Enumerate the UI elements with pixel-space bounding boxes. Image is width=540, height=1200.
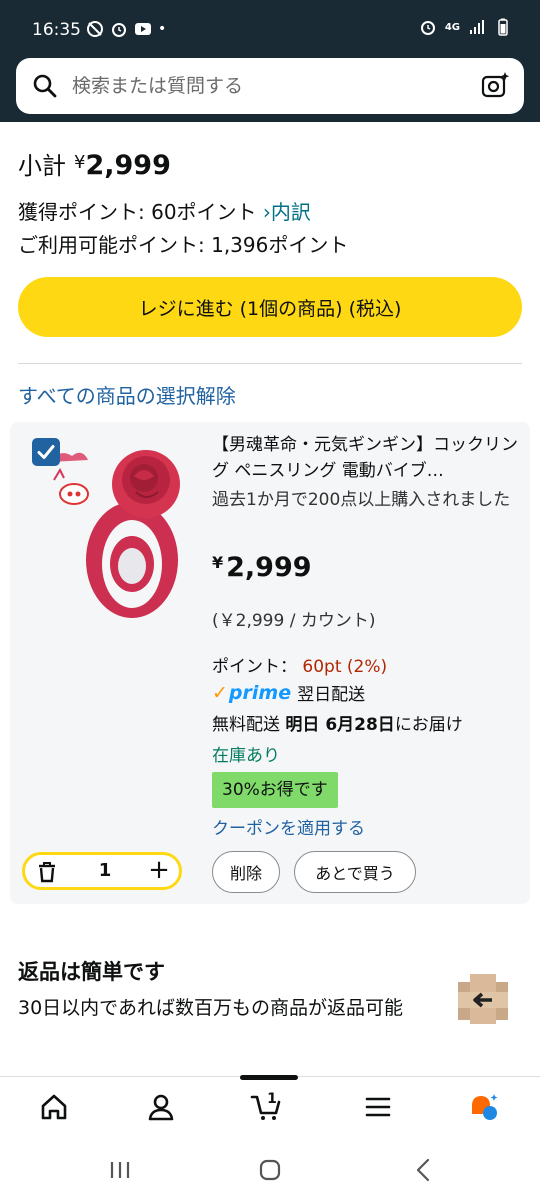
currency-symbol: ¥: [74, 152, 86, 173]
shipping-suffix: にお届け: [394, 715, 463, 735]
price-currency: ¥: [212, 553, 224, 572]
prime-check-icon: ✓: [212, 681, 228, 704]
discount-badge: 30%お得です: [212, 772, 338, 808]
deselect-all-link[interactable]: すべての商品の選択解除: [18, 380, 236, 409]
cart-item: 【男魂革命・元気ギンギン】コックリング ペニスリング 電動バイブ… 過去1か月で…: [10, 422, 530, 904]
item-points-label: ポイント：: [212, 657, 297, 677]
price-amount: 2,999: [226, 552, 312, 583]
subtotal: 小計 ¥2,999: [18, 146, 171, 181]
account-icon[interactable]: [145, 1091, 177, 1123]
shipping-date: 明日 6月28日: [285, 715, 395, 735]
prime-delivery-text: 翌日配送: [297, 685, 366, 705]
active-tab-indicator: [240, 1075, 298, 1080]
proceed-to-checkout-button[interactable]: レジに進む (1個の商品) (税込): [18, 277, 522, 337]
product-image[interactable]: [40, 432, 210, 622]
product-title[interactable]: 【男魂革命・元気ギンギン】コックリング ペニスリング 電動バイブ…: [212, 432, 518, 484]
camera-search-icon[interactable]: [480, 71, 510, 101]
subtotal-label: 小計: [18, 152, 66, 180]
increase-quantity-button[interactable]: +: [147, 856, 171, 886]
notification-dot: •: [158, 21, 167, 37]
shipping-info: 無料配送 明日 6月28日にお届け: [212, 710, 463, 735]
divider: [18, 363, 522, 364]
save-for-later-button[interactable]: あとで買う: [294, 851, 416, 893]
search-header: [0, 58, 540, 122]
rufus-icon[interactable]: [468, 1091, 500, 1123]
earned-points-text: 獲得ポイント: 60ポイント: [18, 200, 257, 224]
cart-count: 1: [267, 1091, 277, 1107]
item-points-value: 60pt (2%): [302, 657, 388, 677]
signal-icon: [470, 20, 484, 34]
home-icon[interactable]: [38, 1091, 70, 1123]
product-price: ¥2,999: [212, 552, 312, 583]
trash-icon[interactable]: [37, 861, 57, 883]
menu-icon[interactable]: [362, 1091, 394, 1123]
available-points: ご利用可能ポイント: 1,396ポイント: [18, 233, 349, 257]
points-breakdown-link[interactable]: ›内訳: [263, 200, 311, 224]
quantity-stepper: 1 +: [22, 852, 182, 890]
search-input[interactable]: [72, 68, 452, 104]
back-icon[interactable]: [410, 1156, 438, 1184]
search-icon[interactable]: [32, 73, 58, 99]
system-home-icon[interactable]: [256, 1156, 284, 1184]
system-navigation: [0, 1138, 540, 1200]
network-type: 4G: [444, 21, 460, 33]
alarm-icon: [112, 23, 126, 37]
returns-title: 返品は簡単です: [18, 960, 165, 984]
battery-icon: [498, 18, 508, 36]
bottom-navigation: 1: [0, 1075, 540, 1139]
status-bar: 16:35 • 4G: [0, 0, 540, 58]
earned-points: 獲得ポイント: 60ポイント ›内訳: [18, 196, 311, 225]
stock-status: 在庫あり: [212, 746, 280, 766]
status-left-icons: •: [86, 20, 166, 38]
prime-delivery: ✓ prime 翌日配送: [212, 680, 366, 706]
return-box-icon: [458, 974, 508, 1024]
item-points: ポイント： 60pt (2%): [212, 652, 387, 677]
recents-icon[interactable]: [106, 1156, 134, 1184]
checkmark-icon: [37, 445, 55, 459]
apply-coupon-link[interactable]: クーポンを適用する: [212, 814, 365, 839]
search-bar[interactable]: [16, 58, 524, 114]
unit-price: (￥2,999 / カウント): [212, 611, 376, 631]
status-right-icons: 4G: [419, 18, 512, 36]
alarm-icon: [420, 21, 435, 35]
delete-button[interactable]: 削除: [212, 851, 280, 893]
purchase-count-note: 過去1か月で200点以上購入されました: [212, 490, 511, 510]
subtotal-amount: 2,999: [85, 150, 171, 181]
returns-description: 30日以内であれば数百万もの商品が返品可能: [18, 997, 403, 1019]
prime-logo: prime: [228, 681, 292, 704]
no-call-icon: [87, 21, 103, 37]
shipping-prefix: 無料配送: [212, 715, 280, 735]
youtube-icon: [135, 23, 151, 35]
clock: 16:35: [32, 20, 81, 40]
quantity-value: 1: [98, 860, 112, 881]
item-checkbox[interactable]: [32, 438, 60, 466]
